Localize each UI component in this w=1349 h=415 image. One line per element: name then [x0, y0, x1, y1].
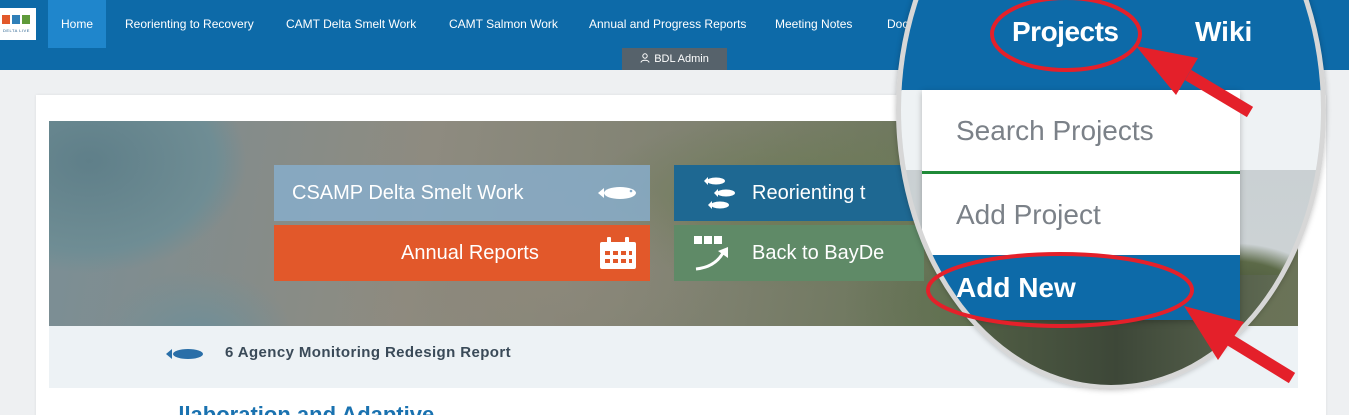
smelt-fish-icon [166, 349, 203, 359]
user-icon [640, 53, 650, 63]
nav-camt-delta-smelt-work[interactable]: CAMT Delta Smelt Work [286, 0, 416, 48]
page: DELTA LIVE Home Reorienting to Recovery … [0, 0, 1349, 415]
tile-label: Annual Reports [401, 242, 539, 264]
nav-wiki[interactable]: Wiki [1195, 16, 1252, 48]
nav-home[interactable]: Home [48, 0, 107, 48]
section-heading-partial: ...llaboration and Adaptive [160, 402, 435, 415]
logo-tagline: DELTA LIVE [3, 28, 30, 33]
logo-mark-orange [2, 15, 10, 24]
zoom-callout: Projects Wiki Search Projects Add Projec… [896, 0, 1326, 390]
tile-label: Reorienting t [752, 182, 866, 204]
projects-dropdown-menu: Search Projects Add Project Add New [922, 90, 1240, 320]
site-logo[interactable]: DELTA LIVE [0, 8, 36, 40]
nav-projects[interactable]: Projects [1012, 16, 1119, 48]
logo-mark-green [22, 15, 30, 24]
menu-item-add-project[interactable]: Add Project [922, 174, 1240, 255]
menu-item-add-new[interactable]: Add New [922, 255, 1240, 320]
nav-annual-and-progress-reports[interactable]: Annual and Progress Reports [589, 0, 746, 48]
return-arrow-icon [694, 236, 728, 271]
nav-reorienting-to-recovery[interactable]: Reorienting to Recovery [125, 0, 254, 48]
tile-reorienting-to-recovery[interactable]: Reorienting t [674, 165, 924, 221]
report-link[interactable]: 6 Agency Monitoring Redesign Report [225, 344, 511, 361]
calendar-icon [600, 237, 636, 269]
logo-mark-blue [12, 15, 20, 24]
menu-item-search-projects[interactable]: Search Projects [922, 90, 1240, 171]
nav-camt-salmon-work[interactable]: CAMT Salmon Work [449, 0, 558, 48]
admin-label: BDL Admin [654, 53, 709, 65]
tile-annual-reports[interactable]: Annual Reports [274, 225, 650, 281]
tile-label: CSAMP Delta Smelt Work [292, 182, 524, 204]
tile-label: Back to BayDe [752, 242, 885, 264]
fish-school-icon [704, 177, 735, 209]
nav-meeting-notes[interactable]: Meeting Notes [775, 0, 852, 48]
smelt-fish-icon [598, 187, 636, 199]
tile-back-to-baydeltalive[interactable]: Back to BayDe [674, 225, 924, 281]
tile-csamp-delta-smelt-work[interactable]: CSAMP Delta Smelt Work [274, 165, 650, 221]
admin-button[interactable]: BDL Admin [622, 48, 727, 70]
